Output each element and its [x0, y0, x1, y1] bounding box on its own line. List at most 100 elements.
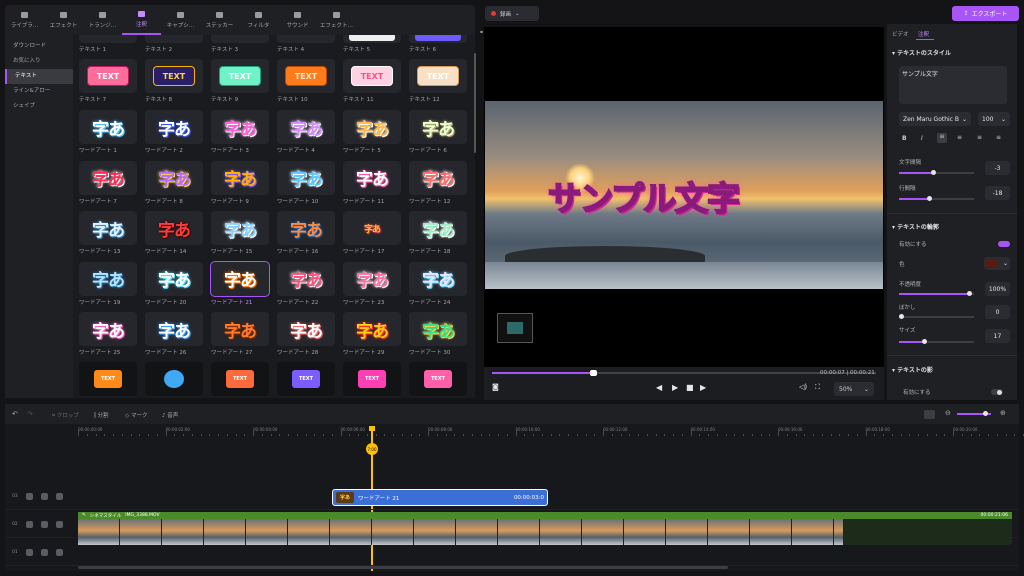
size-input[interactable]: 17	[985, 329, 1010, 343]
asset-item[interactable]: TEXTダイアログボック…	[211, 362, 269, 398]
undo-icon[interactable]: ↶	[12, 410, 18, 418]
export-button[interactable]: ⇪ エクスポート	[952, 6, 1019, 21]
sticker-thumbnail[interactable]	[497, 313, 533, 343]
asset-item[interactable]: TEXT テキスト 7	[79, 59, 137, 103]
progress-handle[interactable]	[590, 370, 597, 376]
sidebar-item-4[interactable]: シェイプ	[5, 99, 73, 114]
zoom-in-icon[interactable]: ⊕	[1000, 409, 1006, 417]
asset-item[interactable]: TEXT テキスト 11	[343, 59, 401, 103]
asset-item[interactable]: ダイアログボック…	[145, 362, 203, 398]
font-size-select[interactable]: 100 ⌄	[978, 112, 1010, 126]
overlay-text[interactable]: サンプル文字	[547, 172, 741, 220]
asset-item[interactable]: 字あ ワードアート 2	[145, 110, 203, 154]
playhead-handle[interactable]: 7:00	[366, 443, 378, 455]
asset-item[interactable]: TEXT テキスト 12	[409, 59, 467, 103]
asset-item[interactable]: TEXT テキスト 10	[277, 59, 335, 103]
asset-item[interactable]: テキスト 2	[145, 35, 203, 53]
asset-item[interactable]: 字あ ワードアート 11	[343, 160, 401, 205]
align-right-icon[interactable]: ≡	[977, 134, 982, 141]
redo-icon[interactable]: ↷	[27, 410, 33, 418]
asset-item[interactable]: 字あ ワードアート 26	[145, 312, 203, 356]
align-left-icon[interactable]: ≡	[937, 133, 947, 143]
asset-item[interactable]: 字あ ワードアート 7	[79, 160, 137, 205]
line-spacing-knob[interactable]	[927, 196, 932, 201]
sidebar-item-3[interactable]: ライン&アロー	[5, 84, 73, 99]
audio-button[interactable]: ♪ 音声	[162, 411, 178, 419]
top-tab-7[interactable]: サウンド	[278, 5, 317, 35]
time-ruler[interactable]: 00:00:00:00 00:00:02:00 00:00:04:00 00:00:0…	[78, 424, 1024, 436]
asset-item[interactable]: 字あ ワードアート 8	[145, 160, 203, 205]
asset-item[interactable]: TEXTダイアログボック…	[79, 362, 137, 398]
line-spacing-input[interactable]: -18	[985, 186, 1010, 200]
asset-item[interactable]: 字あ ワードアート 23	[343, 261, 401, 306]
opacity-knob[interactable]	[967, 291, 972, 296]
asset-item[interactable]: 字あ ワードアート 27	[211, 312, 269, 356]
asset-item[interactable]: TEXTダイアログボック…	[343, 362, 401, 398]
asset-item[interactable]: 字あ ワードアート 16	[277, 211, 335, 255]
shadow-toggle[interactable]	[991, 389, 1003, 395]
zoom-select[interactable]: 50% ⌄	[834, 382, 874, 396]
asset-item[interactable]: 字あ ワードアート 12	[409, 160, 467, 205]
char-spacing-knob[interactable]	[931, 170, 936, 175]
audio-icon[interactable]	[55, 493, 63, 500]
asset-item[interactable]: 字あ ワードアート 29	[343, 312, 401, 356]
top-tab-4[interactable]: キャプシ…	[161, 5, 200, 35]
asset-item[interactable]: 字あ ワードアート 19	[79, 261, 137, 306]
asset-item[interactable]: 字あ ワードアート 3	[211, 110, 269, 154]
timeline-zoom-knob[interactable]	[983, 411, 988, 416]
tab-annotation[interactable]: 注釈	[918, 30, 929, 38]
snapshot-icon[interactable]: ◙	[492, 383, 499, 391]
asset-item[interactable]: TEXTダイアログボック…	[277, 362, 335, 398]
asset-item[interactable]: テキスト 6	[409, 35, 467, 53]
outline-color-picker[interactable]: ⌄	[984, 257, 1010, 270]
tab-video[interactable]: ビデオ	[892, 30, 909, 38]
asset-item[interactable]: TEXT テキスト 9	[211, 59, 269, 103]
blur-slider[interactable]	[899, 316, 974, 318]
asset-item[interactable]: 字あ ワードアート 6	[409, 110, 467, 154]
top-tab-1[interactable]: エフェクト	[44, 5, 83, 35]
asset-item[interactable]: 字あ ワードアート 30	[409, 312, 467, 356]
stop-icon[interactable]: ■	[686, 383, 694, 392]
asset-item[interactable]: 字あ ワードアート 15	[211, 211, 269, 255]
asset-item[interactable]: 字あ ワードアート 14	[145, 211, 203, 255]
align-center-icon[interactable]: ≡	[957, 134, 962, 141]
asset-item[interactable]: 字あ ワードアート 20	[145, 261, 203, 306]
top-tab-3[interactable]: 注釈	[122, 5, 161, 35]
italic-icon[interactable]: I	[921, 135, 923, 142]
asset-item[interactable]: 字あ ワードアート 13	[79, 211, 137, 255]
size-knob[interactable]	[922, 339, 927, 344]
font-select[interactable]: Zen Maru Gothic B ⌄	[899, 112, 971, 126]
zoom-out-icon[interactable]: ⊖	[945, 409, 951, 417]
blur-knob[interactable]	[899, 314, 904, 319]
sidebar-item-1[interactable]: お気に入り	[5, 54, 73, 69]
lock-icon[interactable]	[25, 493, 33, 500]
top-tab-2[interactable]: トランジ…	[83, 5, 122, 35]
lock-icon[interactable]	[25, 521, 33, 528]
top-tab-8[interactable]: エフェクト…	[317, 5, 356, 35]
split-button[interactable]: ⫿ 分割	[94, 411, 109, 420]
next-frame-icon[interactable]: ▶	[700, 383, 706, 392]
bold-icon[interactable]: B	[902, 135, 907, 142]
top-tab-0[interactable]: ライブラ…	[5, 5, 44, 35]
timeline-scrollbar[interactable]	[78, 566, 728, 569]
asset-item[interactable]: 字あ ワードアート 25	[79, 312, 137, 356]
asset-item[interactable]: テキスト 1	[79, 35, 137, 53]
align-justify-icon[interactable]: ≡	[996, 134, 1001, 141]
audio-icon[interactable]	[55, 521, 63, 528]
asset-item[interactable]: 字あ ワードアート 4	[277, 110, 335, 154]
text-clip[interactable]: 字あ ワードアート 21 00:00:03:0	[332, 489, 548, 506]
eye-icon[interactable]	[40, 493, 48, 500]
fullscreen-icon[interactable]: ⛶	[815, 383, 820, 392]
eye-icon[interactable]	[40, 549, 48, 556]
asset-item[interactable]: 字あ ワードアート 28	[277, 312, 335, 356]
asset-item[interactable]: 字あ ワードアート 5	[343, 110, 401, 154]
asset-item[interactable]: テキスト 5	[343, 35, 401, 53]
volume-icon[interactable]: ◁)	[799, 383, 807, 391]
sidebar-item-0[interactable]: ダウンロード	[5, 39, 73, 54]
asset-item[interactable]: 字あ ワードアート 22	[277, 261, 335, 306]
asset-item[interactable]: 字あ ワードアート 18	[409, 211, 467, 255]
asset-item[interactable]: 字あ ワードアート 21	[210, 260, 270, 306]
opacity-input[interactable]: 100%	[985, 282, 1010, 296]
top-tab-6[interactable]: フィルタ	[239, 5, 278, 35]
grid-scrollbar[interactable]	[474, 53, 476, 153]
